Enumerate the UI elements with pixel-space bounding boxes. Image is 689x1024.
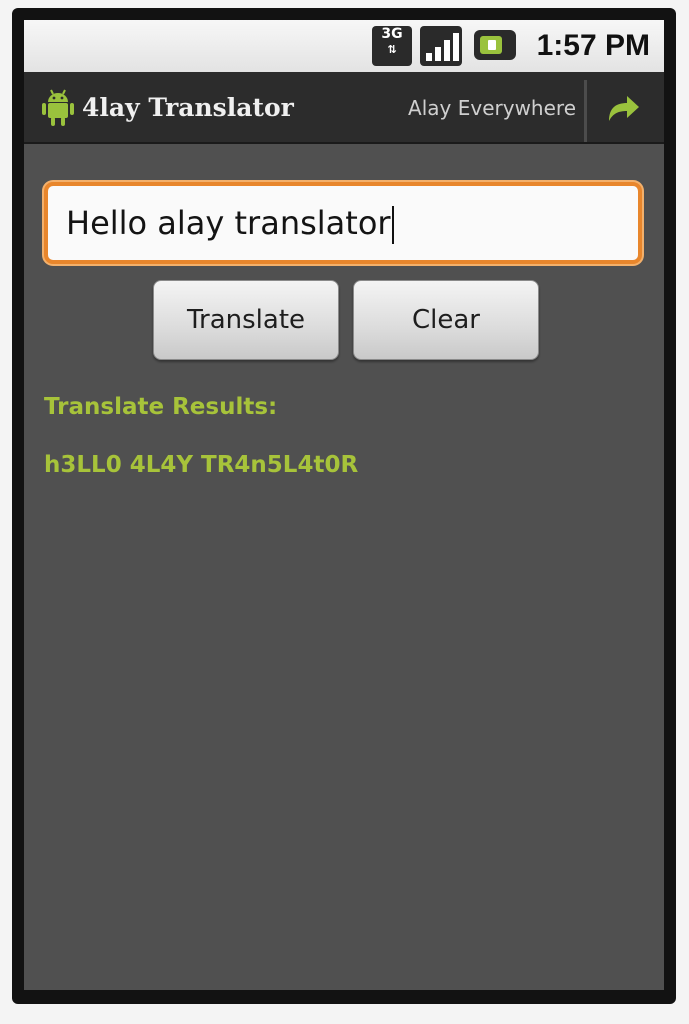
signal-icon — [420, 26, 462, 66]
results-heading: Translate Results: — [44, 394, 278, 420]
app-screen: 3G ⇅ 1:57 PM 4lay Translator Alay Everyw… — [24, 20, 664, 990]
results-output: h3LL0 4L4Y TR4n5L4t0R — [44, 452, 359, 478]
action-bar: 4lay Translator Alay Everywhere — [24, 72, 664, 144]
action-bar-subtitle[interactable]: Alay Everywhere — [408, 86, 576, 130]
app-title: 4lay Translator — [82, 93, 294, 122]
text-cursor — [391, 206, 394, 244]
share-button[interactable] — [596, 82, 652, 134]
battery-icon — [474, 30, 516, 60]
status-time: 1:57 PM — [536, 29, 650, 62]
status-bar: 3G ⇅ 1:57 PM — [24, 20, 664, 72]
share-arrow-icon — [609, 96, 639, 121]
network-arrows-label: ⇅ — [387, 43, 397, 56]
android-logo-icon — [42, 89, 74, 126]
translate-button[interactable]: Translate — [153, 280, 339, 360]
action-bar-divider — [584, 80, 587, 142]
3g-icon: 3G ⇅ — [372, 26, 412, 66]
clear-button[interactable]: Clear — [353, 280, 539, 360]
translate-input-value: Hello alay translator — [66, 204, 391, 242]
network-type-label: 3G — [381, 26, 403, 42]
translate-input[interactable]: Hello alay translator — [44, 182, 642, 264]
